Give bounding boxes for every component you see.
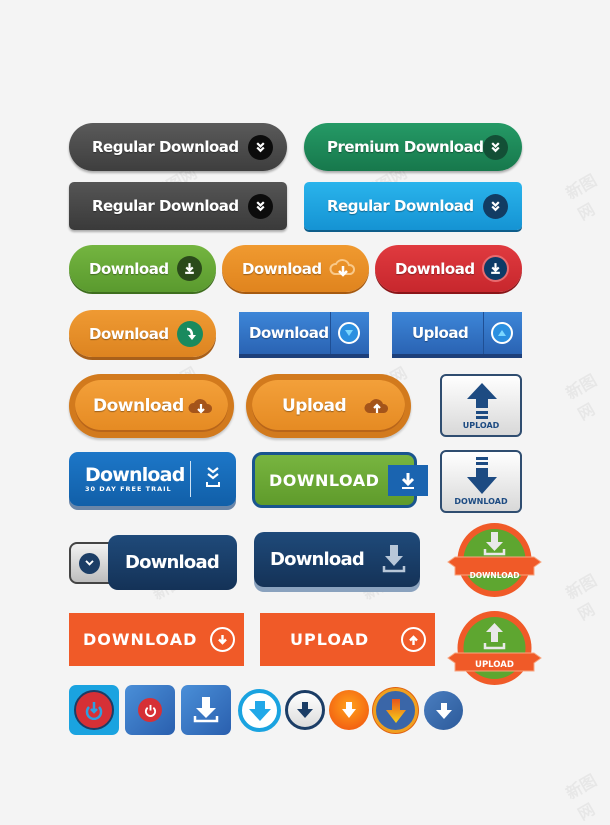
download-green-pill-button[interactable]: Download <box>69 245 216 292</box>
button-label: Regular Download <box>92 197 239 215</box>
blue-download-tray-square-button[interactable] <box>181 685 231 735</box>
button-label: Regular Download <box>92 138 239 156</box>
button-label: Upload <box>282 396 347 416</box>
download-badge-button[interactable]: DOWNLOAD <box>447 522 542 598</box>
light-blue-ring-download-button[interactable] <box>238 689 281 732</box>
button-label: UPLOAD <box>290 630 370 649</box>
download-tray-icon <box>482 255 509 282</box>
orange-circle-download-button[interactable] <box>329 690 369 730</box>
button-label: Download <box>242 259 322 278</box>
download-tile-button[interactable]: DOWNLOAD <box>440 450 522 513</box>
trial-sublabel: 30 DAY FREE TRAIL <box>85 485 172 493</box>
arrow-up-icon <box>465 382 499 422</box>
regular-download-dark-rect-button[interactable]: Regular Download <box>69 182 287 230</box>
button-label: DOWNLOAD <box>83 630 198 649</box>
download-tray-icon <box>193 696 219 724</box>
regular-download-blue-button[interactable]: Regular Download <box>304 182 522 230</box>
button-label: Download <box>89 259 169 278</box>
upload-flat-orange-button[interactable]: UPLOAD <box>260 613 435 666</box>
arrow-down-icon <box>341 701 357 719</box>
download-navy-toggle-label[interactable]: Download <box>108 535 237 590</box>
arrow-down-icon <box>385 698 407 724</box>
button-label: Download <box>85 464 185 486</box>
blue-circle-download-button[interactable] <box>424 691 463 730</box>
curved-arrow-down-icon <box>177 321 203 347</box>
download-tray-icon <box>382 544 406 574</box>
red-power-square-blue-button[interactable] <box>125 685 175 735</box>
red-power-download-square-button[interactable] <box>69 685 119 735</box>
circle-chevron-down-icon <box>79 553 100 574</box>
download-tray-icon <box>177 256 202 281</box>
watermark: 新图网 <box>562 570 600 624</box>
divider <box>483 312 484 354</box>
button-label: UPLOAD <box>462 421 500 430</box>
cloud-download-icon <box>329 257 357 279</box>
double-chevron-down-icon <box>483 135 508 160</box>
button-label: Download <box>125 552 220 573</box>
arrow-down-icon <box>248 700 272 722</box>
upload-badge-button[interactable]: UPLOAD <box>447 610 542 686</box>
download-tray-icon <box>388 465 428 496</box>
download-orange-large-button[interactable]: Download <box>69 374 234 438</box>
button-label: Download <box>395 259 475 278</box>
watermark: 新图网 <box>562 370 600 424</box>
watermark: 新图网 <box>562 770 600 824</box>
button-label: Download <box>93 396 184 416</box>
button-label: UPLOAD <box>475 660 514 670</box>
button-label: DOWNLOAD <box>469 571 520 580</box>
cloud-download-icon <box>188 396 214 416</box>
download-flat-orange-button[interactable]: DOWNLOAD <box>69 613 244 666</box>
upload-orange-large-button[interactable]: Upload <box>246 374 411 438</box>
button-label: DOWNLOAD <box>454 497 508 506</box>
button-label: Regular Download <box>327 197 474 215</box>
cloud-upload-icon <box>364 396 390 416</box>
button-label: Download <box>270 549 365 570</box>
download-red-pill-button[interactable]: Download <box>375 245 522 292</box>
download-blue-split-button[interactable]: Download <box>239 312 369 358</box>
arrow-down-icon <box>296 701 314 719</box>
button-label: Download <box>89 324 169 343</box>
arrow-down-icon <box>465 455 499 495</box>
double-chevron-down-icon <box>483 194 508 219</box>
circle-arrow-down-icon <box>210 627 235 652</box>
power-icon <box>138 698 162 722</box>
double-chevron-down-tray-icon <box>204 465 222 491</box>
navy-ring-download-button[interactable] <box>285 690 325 730</box>
button-label: DOWNLOAD <box>269 470 380 490</box>
circle-chevron-down-icon <box>338 322 360 344</box>
premium-download-green-button[interactable]: Premium Download <box>304 123 522 171</box>
download-trial-button[interactable]: Download 30 DAY FREE TRAIL <box>69 452 236 506</box>
arrow-down-icon <box>435 702 453 720</box>
download-orange-cloud-button[interactable]: Download <box>222 245 369 292</box>
circle-chevron-up-icon <box>491 322 513 344</box>
button-label: Download <box>249 324 329 342</box>
double-chevron-down-icon <box>248 194 273 219</box>
upload-blue-split-button[interactable]: Upload <box>392 312 522 358</box>
circle-arrow-down-icon <box>74 690 114 730</box>
download-orange-curved-button[interactable]: Download <box>69 310 216 357</box>
divider <box>330 312 331 354</box>
double-chevron-down-icon <box>248 135 273 160</box>
button-label: Upload <box>412 324 469 342</box>
regular-download-dark-pill-button[interactable]: Regular Download <box>69 123 287 171</box>
button-label: Premium Download <box>327 138 484 156</box>
divider <box>190 461 191 497</box>
blue-gold-circle-download-button[interactable] <box>373 688 418 733</box>
circle-arrow-up-icon <box>401 627 426 652</box>
upload-tile-button[interactable]: UPLOAD <box>440 374 522 437</box>
watermark: 新图网 <box>562 170 600 224</box>
download-navy-3d-button[interactable]: Download <box>254 532 420 587</box>
